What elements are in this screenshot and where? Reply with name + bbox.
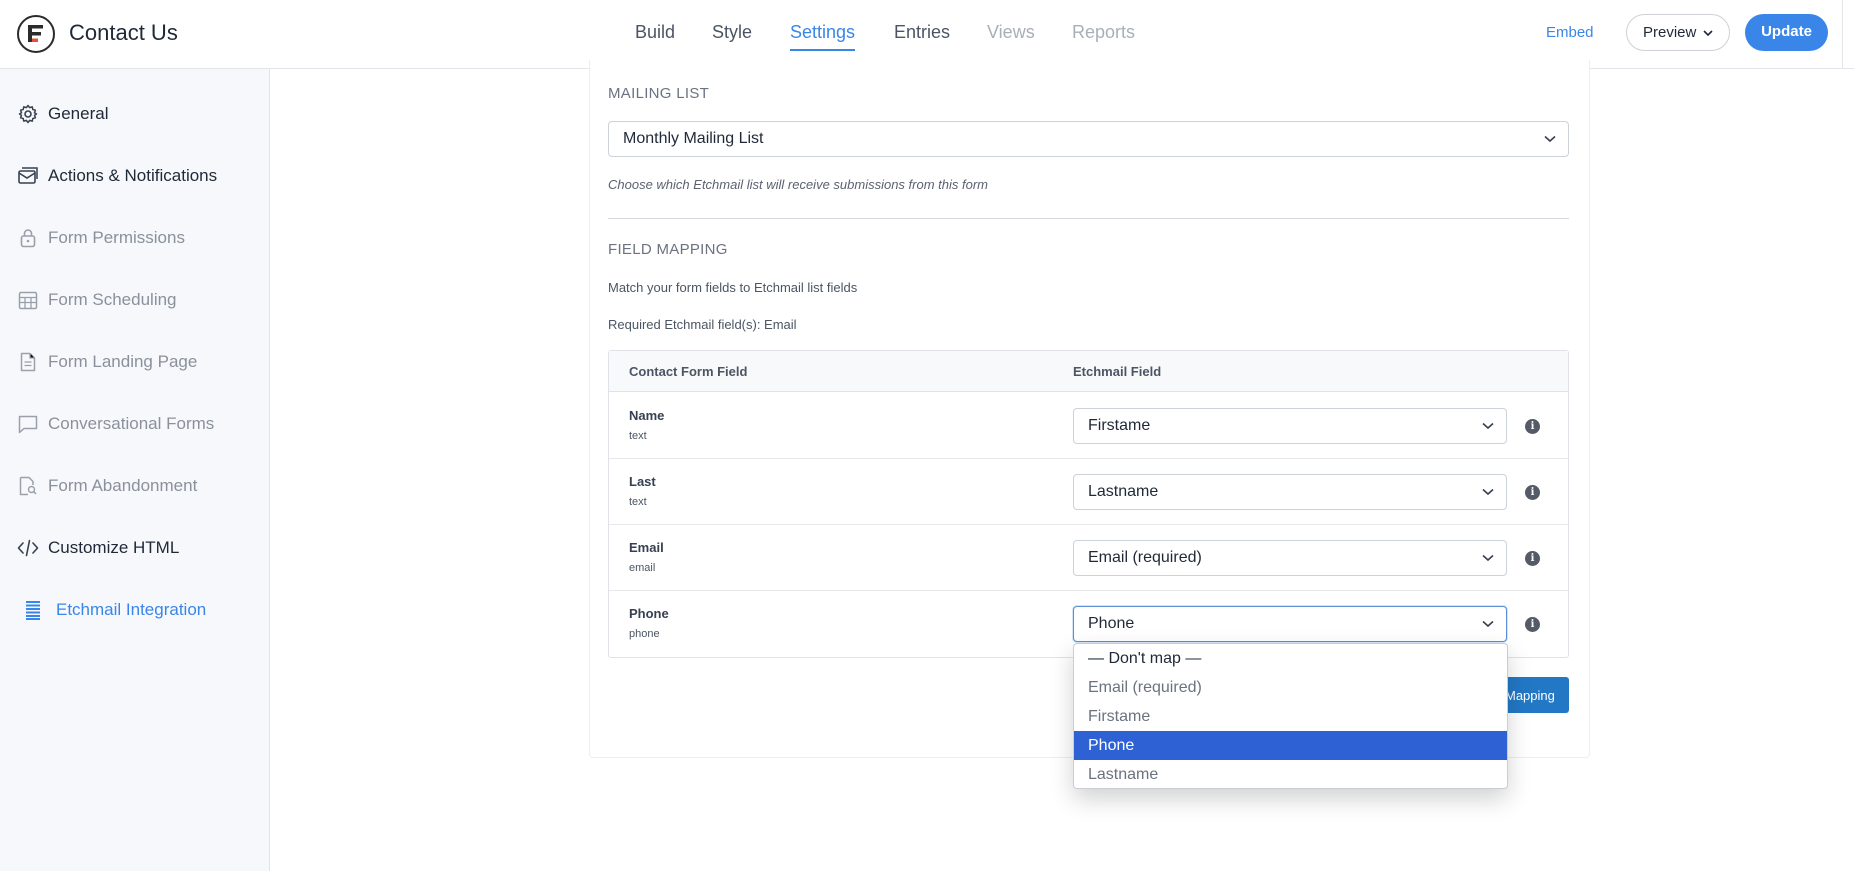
- save-mapping-button-label: Mapping: [1505, 688, 1555, 703]
- chevron-down-icon: [1482, 422, 1494, 430]
- chevron-down-icon: [1482, 554, 1494, 562]
- sidebar-item-label: Customize HTML: [48, 538, 180, 557]
- info-icon[interactable]: i: [1525, 617, 1540, 632]
- row-field-type: text: [629, 496, 647, 508]
- embed-link[interactable]: Embed: [1546, 24, 1594, 41]
- row-field-type: email: [629, 562, 656, 574]
- preview-button-label: Preview: [1643, 24, 1697, 41]
- etchmail-field-value: Firstame: [1088, 417, 1151, 434]
- sidebar-item-actions-notifications[interactable]: Actions & Notifications: [17, 163, 217, 189]
- sidebar-item-form-abandonment[interactable]: Form Abandonment: [17, 473, 197, 499]
- etchmail-field-value: Phone: [1088, 615, 1135, 632]
- row-field-label: Phone: [629, 606, 669, 621]
- dropdown-option[interactable]: Lastname: [1074, 760, 1507, 788]
- required-fields-note: Required Etchmail field(s): Email: [608, 317, 797, 332]
- sidebar-item-label: Form Scheduling: [48, 290, 177, 309]
- calendar-icon: [17, 289, 39, 311]
- etchmail-field-select[interactable]: Firstame: [1073, 408, 1507, 444]
- document-search-icon: [17, 475, 39, 497]
- page-title: Contact Us: [69, 20, 178, 45]
- tab-views[interactable]: Views: [987, 22, 1035, 43]
- mailing-list-help: Choose which Etchmail list will receive …: [608, 177, 989, 192]
- update-button[interactable]: Update: [1745, 14, 1828, 51]
- column-header-contact-form-field: Contact Form Field: [629, 364, 748, 379]
- table-row: Last text Lastname i: [609, 459, 1568, 525]
- mailing-list-select[interactable]: Monthly Mailing List: [608, 121, 1569, 157]
- row-field-label: Last: [629, 474, 656, 489]
- sidebar-item-customize-html[interactable]: Customize HTML: [17, 535, 179, 561]
- chevron-down-icon: [1482, 620, 1494, 628]
- code-icon: [17, 537, 39, 559]
- preview-button[interactable]: Preview: [1626, 14, 1730, 51]
- sidebar-item-label: Actions & Notifications: [48, 166, 218, 185]
- sidebar-item-label: Conversational Forms: [48, 414, 215, 433]
- mailing-list-value: Monthly Mailing List: [623, 130, 764, 147]
- tab-entries[interactable]: Entries: [894, 22, 950, 43]
- envelope-icon: [17, 165, 39, 187]
- settings-sidebar: General Actions & Notifications Form Per…: [0, 69, 270, 871]
- gear-icon: [17, 103, 39, 125]
- document-icon: [17, 351, 39, 373]
- sidebar-item-label: Form Landing Page: [48, 352, 198, 371]
- etchmail-field-select[interactable]: Lastname: [1073, 474, 1507, 510]
- sidebar-item-label: Form Permissions: [48, 228, 185, 247]
- info-icon[interactable]: i: [1525, 419, 1540, 434]
- etchmail-field-select[interactable]: Phone: [1073, 606, 1507, 642]
- chat-icon: [17, 413, 39, 435]
- info-icon[interactable]: i: [1525, 485, 1540, 500]
- sidebar-item-conversational-forms[interactable]: Conversational Forms: [17, 411, 214, 437]
- column-header-etchmail-field: Etchmail Field: [1073, 364, 1162, 379]
- top-bar: Contact Us Build Style Settings Entries …: [0, 0, 1854, 69]
- field-mapping-table: Contact Form Field Etchmail Field Name t…: [608, 350, 1569, 658]
- dropdown-option-selected[interactable]: Phone: [1074, 731, 1507, 760]
- lock-icon: [17, 227, 39, 249]
- etchmail-field-dropdown: — Don't map — Email (required) Firstame …: [1073, 643, 1508, 789]
- formidable-logo-icon[interactable]: [17, 15, 55, 53]
- table-row: Email email Email (required) i: [609, 525, 1568, 591]
- list-icon: [22, 599, 44, 621]
- sidebar-item-label: General: [48, 104, 109, 123]
- tab-build[interactable]: Build: [635, 22, 675, 43]
- chevron-down-icon: [1703, 30, 1713, 37]
- etchmail-field-select[interactable]: Email (required): [1073, 540, 1507, 576]
- sidebar-item-etchmail-integration[interactable]: Etchmail Integration: [22, 597, 206, 623]
- sidebar-item-form-scheduling[interactable]: Form Scheduling: [17, 287, 177, 313]
- section-divider: [608, 218, 1569, 219]
- sidebar-item-general[interactable]: General: [17, 101, 108, 127]
- sidebar-item-label: Form Abandonment: [48, 476, 198, 495]
- tab-style[interactable]: Style: [712, 22, 752, 43]
- etchmail-field-value: Lastname: [1088, 483, 1159, 500]
- tab-reports[interactable]: Reports: [1072, 22, 1135, 43]
- sidebar-item-label: Etchmail Integration: [56, 600, 207, 619]
- field-mapping-description: Match your form fields to Etchmail list …: [608, 280, 858, 295]
- row-field-type: phone: [629, 628, 660, 640]
- row-field-type: text: [629, 430, 647, 442]
- sidebar-item-form-landing-page[interactable]: Form Landing Page: [17, 349, 197, 375]
- table-header: Contact Form Field Etchmail Field: [609, 351, 1568, 392]
- dropdown-option[interactable]: Email (required): [1074, 673, 1507, 702]
- dropdown-option[interactable]: — Don't map —: [1074, 644, 1507, 673]
- scrollbar[interactable]: [1842, 0, 1854, 69]
- row-field-label: Email: [629, 540, 664, 555]
- table-row: Name text Firstame i: [609, 393, 1568, 459]
- chevron-down-icon: [1544, 135, 1556, 143]
- dropdown-option[interactable]: Firstame: [1074, 702, 1507, 731]
- row-field-label: Name: [629, 408, 665, 423]
- field-mapping-heading: FIELD MAPPING: [608, 241, 728, 258]
- tab-settings[interactable]: Settings: [790, 22, 856, 51]
- sidebar-item-form-permissions[interactable]: Form Permissions: [17, 225, 185, 251]
- mailing-list-heading: MAILING LIST: [608, 85, 710, 102]
- chevron-down-icon: [1482, 488, 1494, 496]
- etchmail-field-value: Email (required): [1088, 549, 1202, 566]
- info-icon[interactable]: i: [1525, 551, 1540, 566]
